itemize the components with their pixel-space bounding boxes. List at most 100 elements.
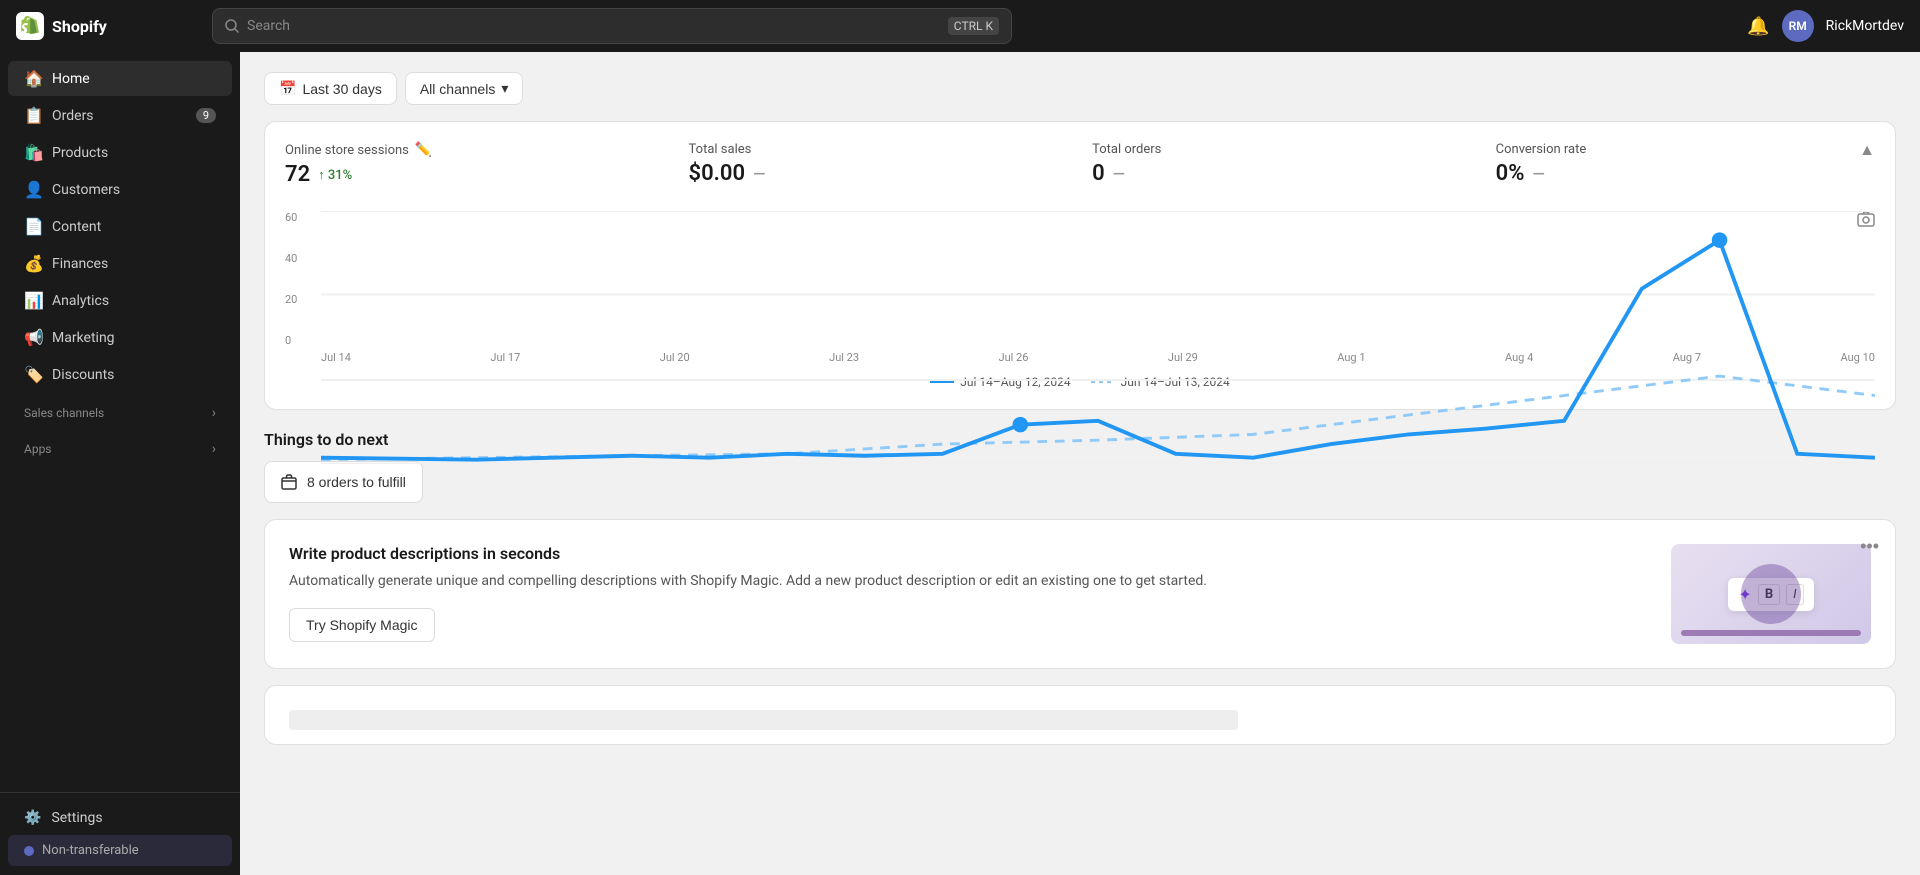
- online-sessions-value: 72: [285, 162, 310, 187]
- promo-image: ✦ B I: [1671, 544, 1871, 644]
- sidebar-label-home: Home: [52, 71, 90, 87]
- orders-icon: 📋: [24, 106, 42, 125]
- analytics-icon: 📊: [24, 291, 42, 310]
- sidebar-item-orders[interactable]: 📋 Orders 9: [8, 98, 232, 133]
- sales-channels-label: Sales channels: [24, 406, 104, 420]
- sidebar-item-content[interactable]: 📄 Content: [8, 209, 232, 244]
- stat-total-sales: Total sales $0.00 —: [689, 142, 1053, 186]
- search-bar[interactable]: Search CTRL K: [212, 8, 1012, 44]
- channel-filter-label: All channels: [420, 81, 496, 97]
- orders-fulfill-label: 8 orders to fulfill: [307, 474, 406, 490]
- date-filter-label: Last 30 days: [302, 81, 381, 97]
- sidebar-item-products[interactable]: 🛍️ Products: [8, 135, 232, 170]
- total-sales-dash: —: [753, 164, 765, 183]
- search-placeholder: Search: [247, 18, 290, 34]
- channel-filter-button[interactable]: All channels ▾: [405, 72, 524, 105]
- sidebar-item-discounts[interactable]: 🏷️ Discounts: [8, 357, 232, 392]
- channel-chevron-icon: ▾: [501, 80, 508, 97]
- sidebar-item-marketing[interactable]: 📢 Marketing: [8, 320, 232, 355]
- filter-row: 📅 Last 30 days All channels ▾: [264, 72, 1896, 105]
- non-transferable-label: Non-transferable: [42, 843, 139, 858]
- total-orders-value-row: 0 —: [1092, 161, 1456, 186]
- promo-content: Write product descriptions in seconds Au…: [289, 544, 1655, 642]
- avatar: RM: [1782, 10, 1814, 42]
- finances-icon: 💰: [24, 254, 42, 273]
- app-body: 🏠 Home 📋 Orders 9 🛍️ Products 👤 Customer…: [0, 52, 1920, 875]
- sales-channels-section[interactable]: Sales channels ›: [8, 397, 232, 429]
- orders-badge: 9: [196, 108, 216, 123]
- promo-more-button[interactable]: •••: [1860, 536, 1879, 557]
- chart-x-labels: Jul 14 Jul 17 Jul 20 Jul 23 Jul 26 Jul 2…: [321, 351, 1875, 371]
- sidebar: 🏠 Home 📋 Orders 9 🛍️ Products 👤 Customer…: [0, 52, 240, 875]
- customers-icon: 👤: [24, 180, 42, 199]
- chevron-right-icon: ›: [212, 405, 216, 421]
- settings-icon: ⚙️: [24, 810, 41, 826]
- products-icon: 🛍️: [24, 143, 42, 162]
- sidebar-item-home[interactable]: 🏠 Home: [8, 61, 232, 96]
- conversion-rate-dash: —: [1532, 164, 1544, 183]
- conversion-rate-value-row: 0% —: [1496, 161, 1860, 186]
- promo-card-magic: Write product descriptions in seconds Au…: [264, 519, 1896, 669]
- conversion-rate-label: Conversion rate: [1496, 142, 1860, 157]
- total-orders-value: 0: [1092, 161, 1105, 186]
- sidebar-item-customers[interactable]: 👤 Customers: [8, 172, 232, 207]
- apps-chevron-icon: ›: [212, 441, 216, 457]
- sidebar-label-products: Products: [52, 145, 108, 161]
- sidebar-label-content: Content: [52, 219, 101, 235]
- online-sessions-label-row: Online store sessions ✏️: [285, 142, 649, 158]
- total-sales-label: Total sales: [689, 142, 1053, 157]
- stats-top-row: Online store sessions ✏️ 72 ↑ 31% Total …: [285, 142, 1875, 203]
- collapse-button[interactable]: ▲: [1859, 142, 1875, 160]
- sidebar-label-discounts: Discounts: [52, 367, 114, 383]
- shopify-logo-icon: [16, 12, 44, 40]
- stats-card: Online store sessions ✏️ 72 ↑ 31% Total …: [264, 121, 1896, 410]
- try-shopify-magic-button[interactable]: Try Shopify Magic: [289, 608, 435, 642]
- stat-online-sessions: Online store sessions ✏️ 72 ↑ 31%: [285, 142, 649, 187]
- online-sessions-label: Online store sessions: [285, 143, 409, 158]
- logo-area[interactable]: Shopify: [16, 12, 196, 40]
- promo-title: Write product descriptions in seconds: [289, 544, 1655, 563]
- search-shortcut: CTRL K: [948, 17, 999, 35]
- stat-conversion-rate: Conversion rate 0% —: [1496, 142, 1860, 186]
- stat-total-orders: Total orders 0 —: [1092, 142, 1456, 186]
- total-sales-value: $0.00: [689, 161, 746, 186]
- apps-label: Apps: [24, 442, 52, 456]
- notifications-button[interactable]: 🔔: [1747, 16, 1769, 37]
- orders-fulfill-button[interactable]: 8 orders to fulfill: [264, 461, 423, 503]
- sidebar-label-finances: Finances: [52, 256, 108, 272]
- non-transferable-dot: [24, 846, 34, 856]
- sidebar-item-analytics[interactable]: 📊 Analytics: [8, 283, 232, 318]
- nav-right: 🔔 RM RickMortdev: [1747, 10, 1904, 42]
- promo-description: Automatically generate unique and compel…: [289, 571, 1655, 592]
- top-navigation: Shopify Search CTRL K 🔔 RM RickMortdev: [0, 0, 1920, 52]
- sidebar-label-analytics: Analytics: [52, 293, 109, 309]
- total-sales-value-row: $0.00 —: [689, 161, 1053, 186]
- total-orders-label: Total orders: [1092, 142, 1456, 157]
- settings-label: Settings: [51, 810, 102, 826]
- online-sessions-change: ↑ 31%: [318, 167, 352, 183]
- main-content: 📅 Last 30 days All channels ▾ Online sto…: [240, 52, 1920, 875]
- non-transferable-item[interactable]: Non-transferable: [8, 835, 232, 866]
- date-filter-button[interactable]: 📅 Last 30 days: [264, 72, 397, 105]
- chart-area: 60 40 20 0: [285, 211, 1875, 371]
- stats-metrics-row: Online store sessions ✏️ 72 ↑ 31% Total …: [285, 142, 1859, 187]
- settings-item[interactable]: ⚙️ Settings: [8, 802, 232, 834]
- box-icon: [281, 474, 297, 490]
- promo-bar: [1681, 630, 1861, 636]
- sidebar-label-marketing: Marketing: [52, 330, 115, 346]
- sidebar-label-customers: Customers: [52, 182, 120, 198]
- sidebar-item-finances[interactable]: 💰 Finances: [8, 246, 232, 281]
- search-icon: [225, 19, 239, 33]
- calendar-icon: 📅: [279, 80, 296, 97]
- chart-svg: [321, 211, 1875, 464]
- sidebar-bottom: ⚙️ Settings Non-transferable: [0, 792, 240, 867]
- content-icon: 📄: [24, 217, 42, 236]
- home-icon: 🏠: [24, 69, 42, 88]
- total-orders-dash: —: [1113, 164, 1125, 183]
- username: RickMortdev: [1826, 18, 1904, 34]
- discounts-icon: 🏷️: [24, 365, 42, 384]
- marketing-icon: 📢: [24, 328, 42, 347]
- edit-icon[interactable]: ✏️: [415, 142, 432, 158]
- apps-section[interactable]: Apps ›: [8, 433, 232, 465]
- conversion-rate-value: 0%: [1496, 161, 1525, 186]
